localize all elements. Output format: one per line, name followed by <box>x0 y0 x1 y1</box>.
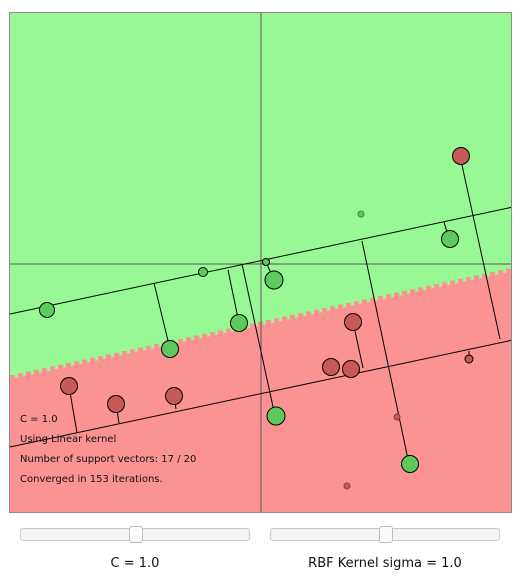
svm-decision-plot[interactable]: C = 1.0 Using Linear kernel Number of su… <box>9 12 512 513</box>
boundary-step <box>322 308 327 313</box>
boundary-step <box>506 268 511 273</box>
boundary-step <box>74 361 79 366</box>
boundary-step <box>386 294 391 299</box>
boundary-step <box>362 299 367 304</box>
boundary-step <box>42 368 47 373</box>
boundary-step <box>202 333 207 338</box>
c-slider-label: C = 1.0 <box>110 556 160 571</box>
boundary-step <box>66 362 71 367</box>
boundary-step <box>426 285 431 290</box>
positive-point <box>441 230 459 248</box>
negative-point <box>165 387 183 405</box>
boundary-step <box>474 275 479 280</box>
boundary-step <box>226 328 231 333</box>
positive-point <box>401 455 419 473</box>
boundary-step <box>410 289 415 294</box>
boundary-step <box>114 352 119 357</box>
boundary-step <box>130 349 135 354</box>
boundary-step <box>282 316 287 321</box>
boundary-step <box>314 309 319 314</box>
sigma-slider[interactable] <box>270 526 500 543</box>
positive-point <box>357 210 365 218</box>
positive-point <box>262 258 270 266</box>
boundary-step <box>418 287 423 292</box>
negative-point <box>464 354 474 364</box>
negative-point <box>393 413 401 421</box>
boundary-step <box>146 345 151 350</box>
info-c-value: C = 1.0 <box>20 414 58 425</box>
boundary-step <box>82 359 87 364</box>
boundary-step <box>402 290 407 295</box>
boundary-step <box>498 270 503 275</box>
positive-point <box>161 340 179 358</box>
boundary-step <box>450 280 455 285</box>
negative-point <box>60 377 78 395</box>
boundary-step <box>218 330 223 335</box>
boundary-step <box>458 278 463 283</box>
boundary-step <box>250 323 255 328</box>
positive-point <box>230 314 248 332</box>
boundary-step <box>18 373 23 378</box>
boundary-step <box>186 337 191 342</box>
c-slider[interactable] <box>20 526 250 543</box>
boundary-step <box>394 292 399 297</box>
boundary-step <box>378 295 383 300</box>
boundary-step <box>34 369 39 374</box>
boundary-step <box>274 318 279 323</box>
info-iterations: Converged in 153 iterations. <box>20 474 163 485</box>
boundary-step <box>338 304 343 309</box>
info-support-vectors: Number of support vectors: 17 / 20 <box>20 454 197 465</box>
boundary-step <box>58 364 63 369</box>
info-kernel: Using Linear kernel <box>20 434 117 445</box>
boundary-step <box>194 335 199 340</box>
boundary-step <box>50 366 55 371</box>
boundary-step <box>178 338 183 343</box>
boundary-step <box>434 283 439 288</box>
boundary-step <box>26 371 31 376</box>
positive-point <box>198 267 208 277</box>
boundary-step <box>98 356 103 361</box>
boundary-step <box>306 311 311 316</box>
negative-point <box>342 360 360 378</box>
sigma-slider-label: RBF Kernel sigma = 1.0 <box>308 556 462 571</box>
negative-point <box>343 482 351 490</box>
negative-point <box>344 313 362 331</box>
c-slider-handle[interactable] <box>129 526 143 543</box>
boundary-step <box>138 347 143 352</box>
positive-point <box>264 270 284 290</box>
positive-point <box>39 302 55 318</box>
boundary-step <box>10 375 15 379</box>
boundary-step <box>266 320 271 325</box>
boundary-step <box>290 314 295 319</box>
boundary-step <box>346 302 351 307</box>
boundary-step <box>298 313 303 318</box>
boundary-step <box>466 277 471 282</box>
boundary-step <box>490 271 495 276</box>
negative-point <box>322 358 340 376</box>
boundary-step <box>154 344 159 349</box>
boundary-step <box>122 350 127 355</box>
negative-point <box>107 395 125 413</box>
boundary-step <box>330 306 335 311</box>
boundary-step <box>442 282 447 287</box>
positive-point <box>266 406 286 426</box>
sigma-slider-handle[interactable] <box>379 526 393 543</box>
boundary-step <box>106 354 111 359</box>
boundary-step <box>210 332 215 337</box>
negative-point <box>452 147 470 165</box>
boundary-step <box>90 357 95 362</box>
boundary-step <box>354 301 359 306</box>
